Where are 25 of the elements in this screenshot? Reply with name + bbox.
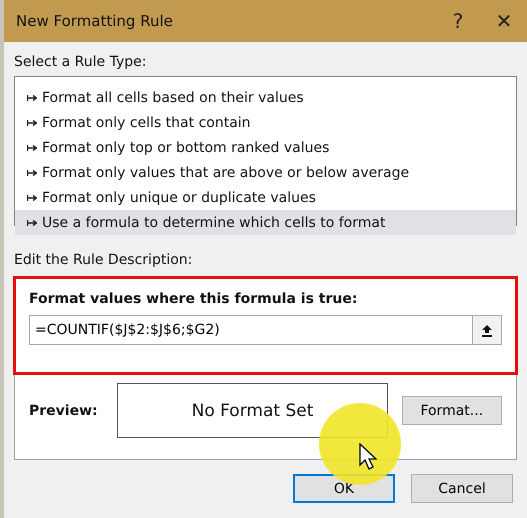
section-label: Edit the Rule Description:: [14, 252, 192, 268]
close-button[interactable]: ✕: [481, 0, 527, 42]
upload-icon: [481, 324, 493, 336]
rule-type-item[interactable]: Format only unique or duplicate values: [15, 185, 516, 210]
dialog-button[interactable]: Cancel: [411, 474, 513, 503]
arrow-icon: [27, 144, 37, 152]
pointer-icon: [359, 443, 377, 470]
section-label: Select a Rule Type:: [14, 54, 146, 70]
formula-label: Format values where this formula is true:: [29, 291, 358, 307]
rule-type-item[interactable]: Format only cells that contain: [15, 110, 516, 135]
rule-type-item[interactable]: Use a formula to determine which cells to format: [15, 210, 516, 235]
rule-type-item[interactable]: Format only values that are above or below average: [15, 160, 516, 185]
help-button[interactable]: ?: [435, 0, 481, 42]
window-title: New Formatting Rule: [16, 12, 174, 30]
arrow-icon: [27, 168, 37, 176]
formula-field[interactable]: =COUNTIF($J$2:$J$6;$G2): [29, 315, 472, 345]
arrow-icon: [27, 194, 37, 202]
collapse-button[interactable]: [472, 315, 502, 345]
rule-type-item[interactable]: Format only top or bottom ranked values: [15, 135, 516, 160]
arrow-icon: [27, 218, 37, 226]
arrow-icon: [27, 118, 37, 126]
format-button[interactable]: Format...: [402, 396, 502, 425]
arrow-icon: [27, 94, 37, 102]
preview-label: Preview:: [29, 402, 99, 418]
rule-type-item[interactable]: Format all cells based on their values: [15, 85, 516, 110]
